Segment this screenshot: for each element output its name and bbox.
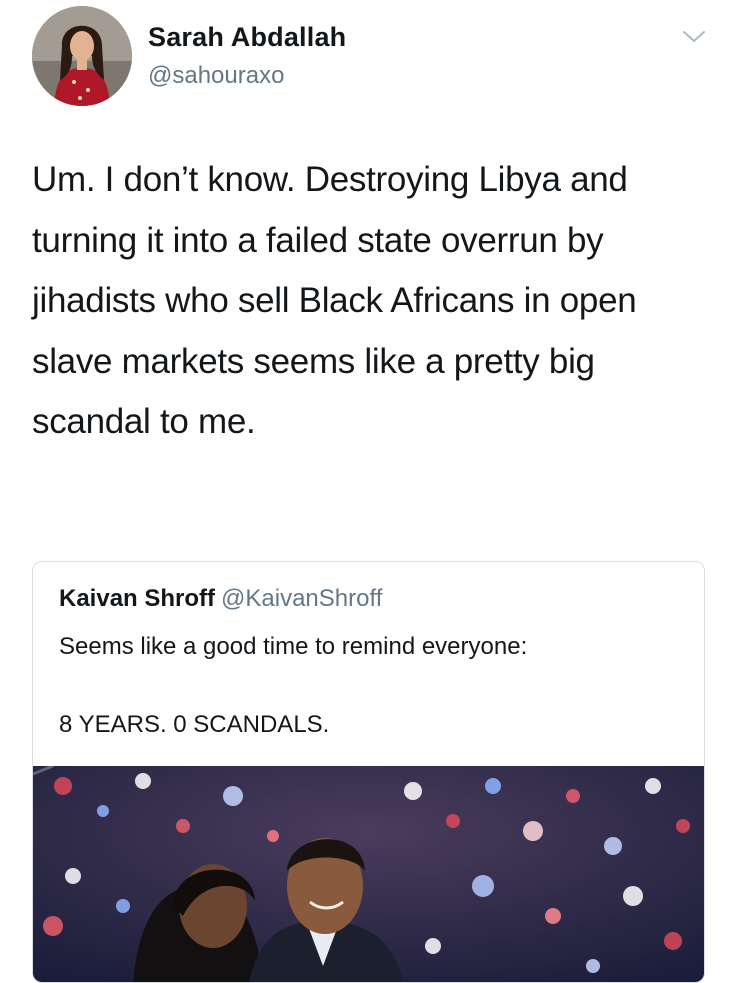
quoted-tweet-photo[interactable]: [33, 766, 704, 982]
quoted-author-name[interactable]: Kaivan Shroff: [59, 585, 215, 612]
quoted-tweet-header: Kaivan Shroff @KaivanShroff: [59, 585, 382, 613]
avatar-photo: [32, 6, 132, 106]
chevron-down-icon[interactable]: [680, 22, 708, 50]
quoted-tweet-line-1: Seems like a good time to remind everyon…: [59, 633, 528, 660]
author-avatar[interactable]: [32, 6, 132, 106]
quoted-tweet-line-2: 8 YEARS. 0 SCANDALS.: [59, 711, 330, 738]
author-name[interactable]: Sarah Abdallah: [148, 22, 346, 53]
author-handle[interactable]: @sahouraxo: [148, 62, 284, 90]
quoted-author-handle[interactable]: @KaivanShroff: [221, 585, 382, 612]
quoted-tweet-card[interactable]: Kaivan Shroff @KaivanShroff Seems like a …: [32, 561, 705, 983]
tweet-text: Um. I don’t know. Destroying Libya and t…: [32, 160, 637, 441]
